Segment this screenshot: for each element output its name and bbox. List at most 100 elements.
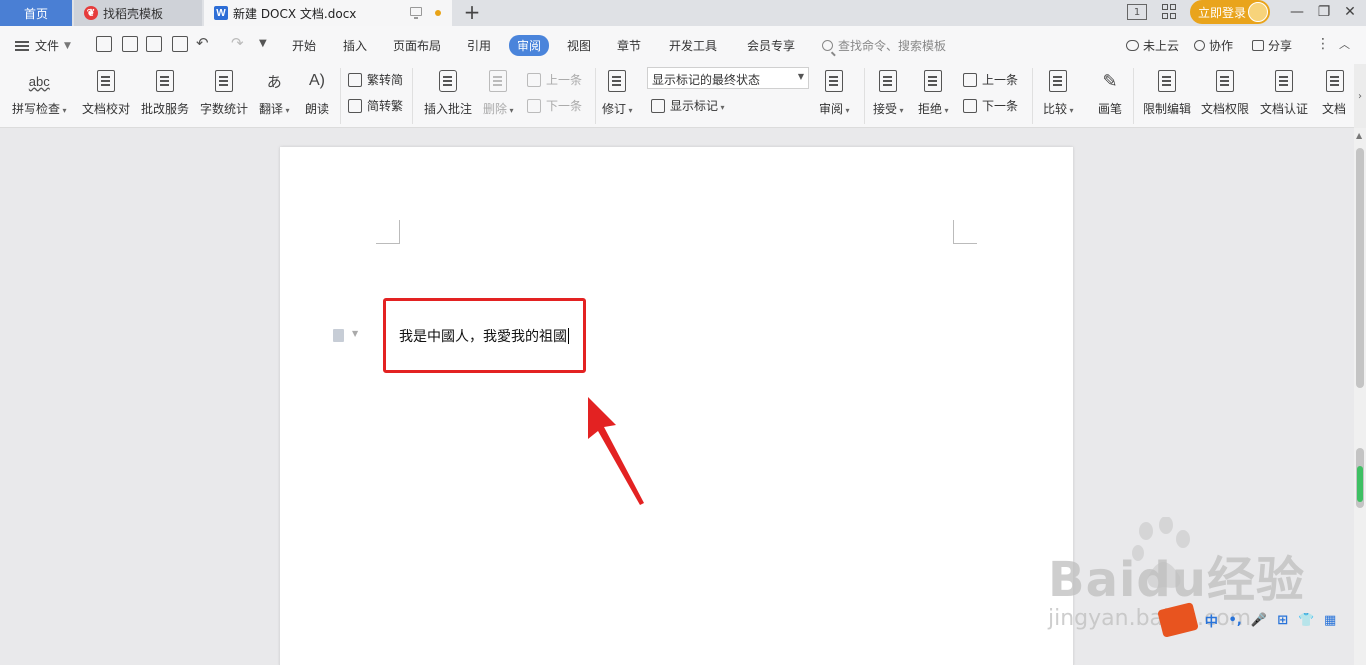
tab-developer[interactable]: 开发工具 bbox=[669, 37, 717, 54]
ime-punctuation-icon[interactable]: •, bbox=[1225, 610, 1245, 630]
share-button[interactable]: 分享 bbox=[1252, 37, 1292, 54]
review-pane-icon bbox=[825, 70, 844, 92]
tab-references[interactable]: 引用 bbox=[467, 37, 491, 54]
tab-home[interactable]: 首页 bbox=[0, 0, 72, 26]
trad-to-simp-button[interactable]: 繁转简 bbox=[348, 71, 403, 88]
tab-review[interactable]: 审阅 bbox=[509, 35, 550, 56]
tab-page-layout[interactable]: 页面布局 bbox=[393, 37, 441, 54]
prev-change-button[interactable]: 上一条 bbox=[963, 71, 1018, 88]
reject-button[interactable]: 拒绝 bbox=[918, 68, 949, 117]
tab-document[interactable]: W 新建 DOCX 文档.docx bbox=[204, 0, 452, 26]
revise-service-button[interactable]: 批改服务 bbox=[141, 68, 189, 117]
tab-view[interactable]: 视图 bbox=[567, 37, 591, 54]
delete-comment-label: 删除 bbox=[483, 100, 514, 117]
doc-certify-button[interactable]: 文档认证 bbox=[1260, 68, 1308, 117]
ime-toolbox-icon[interactable]: ▦ bbox=[1320, 610, 1340, 630]
collaborate-button[interactable]: 协作 bbox=[1194, 37, 1233, 54]
layout-icon[interactable]: 1 bbox=[1127, 4, 1147, 20]
next-change-button[interactable]: 下一条 bbox=[963, 97, 1018, 114]
quick-access-more-icon[interactable]: ▼ bbox=[259, 38, 275, 54]
scroll-up-icon[interactable]: ▲ bbox=[1356, 131, 1362, 140]
pen-button[interactable]: ✎ 画笔 bbox=[1097, 68, 1123, 117]
reject-icon bbox=[924, 70, 943, 92]
doc-permission-button[interactable]: 文档权限 bbox=[1201, 68, 1249, 117]
spell-check-button[interactable]: abc 拼写检查 bbox=[12, 68, 67, 117]
tab-member[interactable]: 会员专享 bbox=[747, 37, 795, 54]
export-pdf-icon[interactable] bbox=[122, 36, 138, 52]
apps-grid-icon[interactable] bbox=[1161, 4, 1176, 19]
word-count-button[interactable]: 字数统计 bbox=[200, 68, 248, 117]
highlight-box bbox=[383, 298, 586, 373]
review-pane-button[interactable]: 审阅 bbox=[819, 68, 850, 117]
doc-more-button[interactable]: 文档 bbox=[1322, 68, 1354, 117]
markup-state-select[interactable]: 显示标记的最终状态 ▼ bbox=[647, 67, 809, 89]
minimize-button[interactable]: — bbox=[1287, 3, 1307, 21]
ribbon-separator bbox=[595, 68, 596, 124]
new-tab-button[interactable]: + bbox=[462, 0, 482, 24]
next-change-label: 下一条 bbox=[982, 99, 1019, 113]
delete-comment-button[interactable]: 删除 bbox=[483, 68, 514, 117]
print-preview-icon[interactable] bbox=[172, 36, 188, 52]
next-comment-button[interactable]: 下一条 bbox=[527, 97, 582, 114]
doc-proof-button[interactable]: 文档校对 bbox=[82, 68, 130, 117]
pen-icon: ✎ bbox=[1102, 70, 1118, 91]
reject-label: 拒绝 bbox=[918, 100, 949, 117]
more-options-icon[interactable]: ⋮ bbox=[1316, 36, 1330, 52]
translate-icon: あ bbox=[266, 73, 282, 91]
restore-button[interactable]: ❐ bbox=[1314, 3, 1334, 21]
tab-start[interactable]: 开始 bbox=[292, 37, 316, 54]
restrict-edit-button[interactable]: 限制编辑 bbox=[1143, 68, 1191, 117]
read-aloud-button[interactable]: A) 朗读 bbox=[304, 68, 330, 117]
ime-keyboard-icon[interactable]: ⊞ bbox=[1273, 610, 1293, 630]
doc-proof-label: 文档校对 bbox=[82, 102, 131, 116]
scroll-position-indicator bbox=[1357, 466, 1363, 502]
redo-icon[interactable]: ↷ bbox=[231, 34, 247, 52]
collaborate-icon bbox=[1194, 40, 1205, 51]
chevron-down-icon[interactable]: ▼ bbox=[352, 329, 358, 338]
login-button[interactable]: 立即登录 bbox=[1190, 0, 1270, 24]
print-icon[interactable] bbox=[146, 36, 162, 52]
accept-button[interactable]: 接受 bbox=[873, 68, 904, 117]
insert-comment-button[interactable]: 插入批注 bbox=[424, 68, 472, 117]
save-icon[interactable] bbox=[96, 36, 112, 52]
chevron-down-icon: ▼ bbox=[64, 40, 71, 51]
doc-certify-label: 文档认证 bbox=[1260, 102, 1309, 116]
command-search[interactable]: 查找命令、搜索模板 bbox=[822, 37, 946, 54]
ime-voice-icon[interactable]: 🎤 bbox=[1249, 610, 1269, 630]
track-changes-button[interactable]: 修订 bbox=[602, 68, 633, 117]
tab-insert[interactable]: 插入 bbox=[343, 37, 367, 54]
share-label: 分享 bbox=[1268, 39, 1293, 53]
doc-certify-icon bbox=[1275, 70, 1293, 92]
scrollbar-thumb[interactable] bbox=[1356, 148, 1364, 388]
file-menu-label: 文件 bbox=[35, 39, 60, 53]
monitor-icon[interactable] bbox=[410, 7, 422, 19]
compare-button[interactable]: 比较 bbox=[1043, 68, 1074, 117]
ribbon-separator bbox=[340, 68, 341, 124]
ime-skin-icon[interactable]: 👕 bbox=[1297, 610, 1317, 630]
show-markup-button[interactable]: 显示标记 bbox=[651, 97, 725, 114]
file-menu[interactable]: 文件 ▼ bbox=[15, 37, 71, 54]
cloud-status-button[interactable]: 未上云 bbox=[1126, 37, 1179, 54]
collaborate-label: 协作 bbox=[1209, 39, 1234, 53]
document-page[interactable]: ▼ 我是中國人，我愛我的祖國 bbox=[280, 147, 1073, 665]
collapse-ribbon-icon[interactable]: ︿ bbox=[1339, 36, 1350, 52]
review-pane-label: 审阅 bbox=[819, 100, 850, 117]
unsaved-dot-icon bbox=[435, 10, 441, 16]
close-button[interactable]: ✕ bbox=[1340, 3, 1360, 21]
translate-button[interactable]: あ 翻译 bbox=[259, 68, 290, 117]
simp-to-trad-button[interactable]: 简转繁 bbox=[348, 97, 403, 114]
track-changes-label: 修订 bbox=[602, 100, 633, 117]
daoke-logo-icon: ❦ bbox=[84, 6, 98, 20]
paragraph-layout-icon[interactable] bbox=[333, 329, 344, 342]
tab-section[interactable]: 章节 bbox=[617, 37, 641, 54]
accept-icon bbox=[879, 70, 898, 92]
vertical-scrollbar[interactable]: ▲ bbox=[1354, 128, 1366, 665]
show-markup-label: 显示标记 bbox=[670, 97, 725, 114]
ribbon-scroll-right-icon[interactable]: › bbox=[1354, 64, 1366, 128]
layout-label: 1 bbox=[1133, 6, 1141, 18]
undo-icon[interactable]: ↶ bbox=[196, 34, 212, 52]
prev-comment-button[interactable]: 上一条 bbox=[527, 71, 582, 88]
tab-template[interactable]: ❦ 找稻壳模板 bbox=[74, 0, 202, 26]
sogou-logo-icon[interactable] bbox=[1157, 602, 1199, 638]
ime-chinese-mode[interactable]: 中 bbox=[1202, 610, 1222, 630]
